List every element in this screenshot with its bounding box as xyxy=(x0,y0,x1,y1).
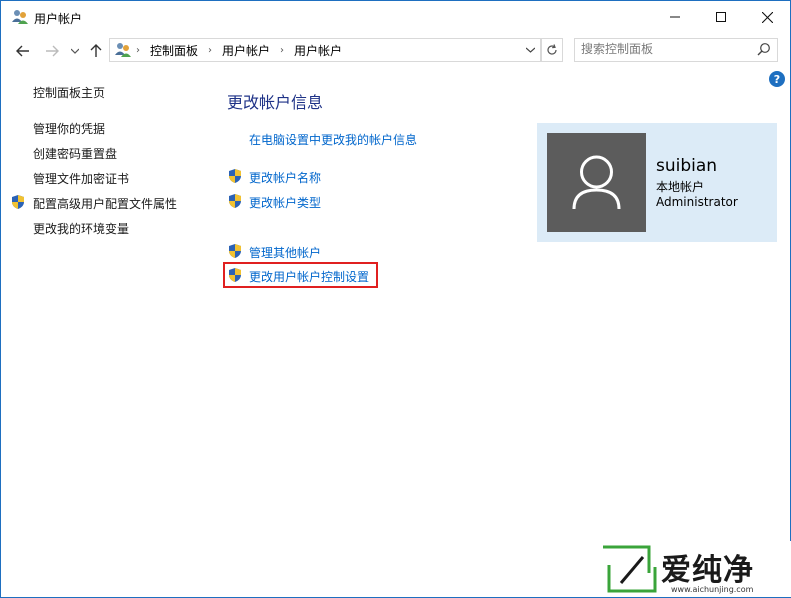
back-button[interactable] xyxy=(14,42,32,60)
breadcrumb: › 控制面板 › 用户帐户 › 用户帐户 xyxy=(136,42,342,59)
chevron-right-icon[interactable]: › xyxy=(208,45,212,56)
user-card: suibian 本地帐户 Administrator xyxy=(537,123,777,242)
minimize-icon xyxy=(670,16,680,18)
maximize-icon xyxy=(716,12,726,22)
pc-settings-link[interactable]: 在电脑设置中更改我的帐户信息 xyxy=(249,131,417,148)
address-dropdown-button[interactable] xyxy=(522,41,538,59)
watermark-logo-icon xyxy=(603,545,657,593)
address-bar[interactable]: › 控制面板 › 用户帐户 › 用户帐户 xyxy=(109,38,541,62)
close-icon xyxy=(761,11,773,23)
user-icon xyxy=(572,155,621,210)
manage-other-accounts-link[interactable]: 管理其他帐户 xyxy=(249,244,321,261)
refresh-button[interactable] xyxy=(541,38,563,62)
back-arrow-icon xyxy=(16,45,29,57)
sidebar-item-control-panel-home[interactable]: 控制面板主页 xyxy=(33,84,105,101)
forward-arrow-icon xyxy=(46,45,59,57)
sidebar-item-advanced-profile-properties[interactable]: 配置高级用户配置文件属性 xyxy=(33,195,177,212)
chevron-down-icon xyxy=(71,48,79,54)
breadcrumb-user-accounts-current[interactable]: 用户帐户 xyxy=(294,42,342,59)
user-accounts-icon xyxy=(12,10,28,24)
watermark-url: www.aichunjing.com xyxy=(671,585,754,594)
search-icon[interactable] xyxy=(757,42,771,56)
close-button[interactable] xyxy=(744,1,790,33)
account-type: 本地帐户 xyxy=(656,180,705,194)
minimize-button[interactable] xyxy=(652,1,698,33)
up-button[interactable] xyxy=(87,42,105,60)
user-accounts-icon xyxy=(115,43,131,57)
refresh-icon xyxy=(547,44,557,55)
uac-shield-icon xyxy=(229,194,241,208)
breadcrumb-user-accounts[interactable]: 用户帐户 xyxy=(222,42,270,59)
avatar xyxy=(547,133,646,232)
title-bar: 用户帐户 xyxy=(1,1,790,33)
sidebar-item-file-encryption-certificates[interactable]: 管理文件加密证书 xyxy=(33,170,129,187)
chevron-down-icon xyxy=(525,47,535,53)
watermark-text: 爱纯净 xyxy=(661,553,754,588)
change-account-type-link[interactable]: 更改帐户类型 xyxy=(249,194,321,211)
sidebar-item-environment-variables[interactable]: 更改我的环境变量 xyxy=(33,220,129,237)
uac-shield-icon xyxy=(229,169,241,183)
uac-shield-icon xyxy=(229,244,241,258)
control-panel-window: 用户帐户 › 控制面板 › 用户帐户 › 用户帐户 搜索控制面板 ? 控制面板主… xyxy=(0,0,791,598)
sidebar-item-password-reset-disk[interactable]: 创建密码重置盘 xyxy=(33,145,117,162)
forward-button[interactable] xyxy=(43,42,61,60)
chevron-right-icon: › xyxy=(136,45,140,56)
uac-shield-icon xyxy=(12,195,24,209)
search-input[interactable] xyxy=(581,41,751,57)
change-account-name-link[interactable]: 更改帐户名称 xyxy=(249,169,321,186)
chevron-right-icon[interactable]: › xyxy=(280,45,284,56)
sidebar-item-manage-credentials[interactable]: 管理你的凭据 xyxy=(33,120,105,137)
recent-locations-button[interactable] xyxy=(66,42,84,60)
highlight-box xyxy=(223,262,378,288)
watermark: 爱纯净 www.aichunjing.com xyxy=(595,541,791,597)
window-title: 用户帐户 xyxy=(34,12,83,26)
account-role: Administrator xyxy=(656,195,738,209)
page-title: 更改帐户信息 xyxy=(227,93,324,112)
user-name: suibian xyxy=(656,156,718,176)
maximize-button[interactable] xyxy=(698,1,744,33)
navigation-bar: › 控制面板 › 用户帐户 › 用户帐户 xyxy=(1,37,790,65)
breadcrumb-control-panel[interactable]: 控制面板 xyxy=(150,42,198,59)
search-box[interactable] xyxy=(574,38,778,62)
up-arrow-icon xyxy=(90,44,102,57)
help-button[interactable]: ? xyxy=(769,71,785,87)
